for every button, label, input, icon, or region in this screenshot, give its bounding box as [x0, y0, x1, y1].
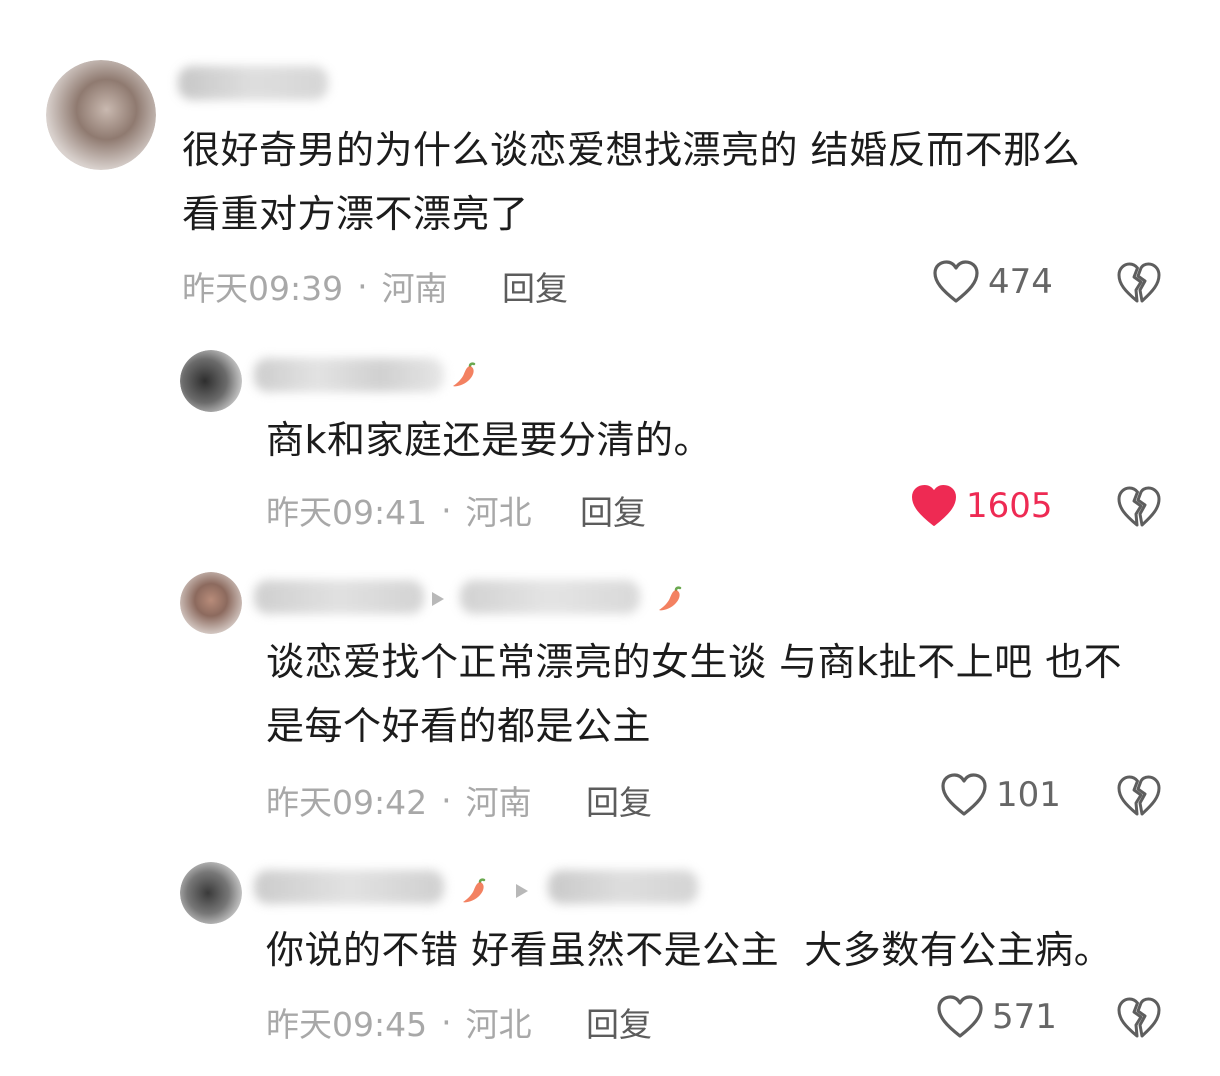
broken-heart-icon[interactable]	[1116, 260, 1162, 306]
meta-separator: ·	[357, 266, 368, 306]
chili-icon	[659, 586, 682, 611]
meta-separator: ·	[441, 780, 452, 820]
comment-time: 昨天09:41	[266, 493, 428, 532]
like-button[interactable]: 101	[940, 772, 1061, 818]
reply-button[interactable]: 回复	[502, 262, 568, 310]
comment-text: 你说的不错 好看虽然不是公主 大多数有公主病。	[266, 928, 1113, 972]
avatar[interactable]	[180, 572, 242, 634]
comment-text: 谈恋爱找个正常漂亮的女生谈 与商k扯不上吧 也不 是每个好看的都是公主	[266, 640, 1123, 748]
reply-arrow-icon	[516, 884, 528, 898]
username-blurred[interactable]	[178, 66, 328, 100]
like-button[interactable]: 474	[932, 259, 1053, 305]
comment-time: 昨天09:39	[182, 269, 344, 308]
comment-4: 你说的不错 好看虽然不是公主 大多数有公主病。 昨天09:45 · 河北 回复 …	[0, 840, 1220, 1076]
reply-arrow-icon	[432, 592, 444, 606]
comment-2: 商k和家庭还是要分清的。 昨天09:41 · 河北 回复 1605	[0, 330, 1220, 550]
comment-1: 很好奇男的为什么谈恋爱想找漂亮的 结婚反而不那么 看重对方漂不漂亮了 昨天09:…	[0, 0, 1220, 330]
reply-button[interactable]: 回复	[580, 486, 646, 534]
reply-target-blurred[interactable]	[548, 870, 698, 904]
like-button[interactable]: 571	[936, 994, 1057, 1040]
meta-separator: ·	[441, 1002, 452, 1042]
broken-heart-icon[interactable]	[1116, 484, 1162, 530]
comment-meta: 昨天09:41 · 河北	[266, 486, 532, 534]
heart-icon	[941, 773, 987, 816]
broken-heart-icon[interactable]	[1116, 995, 1162, 1041]
like-button[interactable]: 1605	[910, 483, 1053, 529]
username-blurred[interactable]	[254, 580, 424, 614]
comment-meta: 昨天09:39 · 河南	[182, 262, 448, 310]
comment-meta: 昨天09:45 · 河北	[266, 998, 532, 1046]
avatar[interactable]	[180, 862, 242, 924]
like-count: 101	[996, 775, 1061, 815]
comment-location: 河北	[465, 493, 532, 532]
username-blurred[interactable]	[254, 870, 444, 904]
username-blurred[interactable]	[254, 358, 444, 392]
chili-icon	[453, 362, 476, 387]
like-count: 1605	[966, 486, 1053, 526]
comment-location: 河北	[465, 1005, 532, 1044]
comment-location: 河南	[381, 269, 448, 308]
avatar[interactable]	[180, 350, 242, 412]
avatar[interactable]	[46, 60, 156, 170]
comment-time: 昨天09:45	[266, 1005, 428, 1044]
comment-time: 昨天09:42	[266, 783, 428, 822]
reply-button[interactable]: 回复	[586, 776, 652, 824]
broken-heart-icon[interactable]	[1116, 773, 1162, 819]
comment-3: 谈恋爱找个正常漂亮的女生谈 与商k扯不上吧 也不 是每个好看的都是公主 昨天09…	[0, 550, 1220, 840]
heart-icon	[912, 485, 956, 526]
like-count: 571	[992, 997, 1057, 1037]
comment-text: 很好奇男的为什么谈恋爱想找漂亮的 结婚反而不那么 看重对方漂不漂亮了	[182, 128, 1081, 236]
chili-icon	[463, 878, 486, 903]
heart-icon	[937, 995, 983, 1038]
comment-text: 商k和家庭还是要分清的。	[266, 418, 713, 462]
comment-location: 河南	[465, 783, 532, 822]
heart-icon	[933, 260, 979, 303]
reply-button[interactable]: 回复	[586, 998, 652, 1046]
like-count: 474	[988, 262, 1053, 302]
meta-separator: ·	[441, 490, 452, 530]
reply-target-blurred[interactable]	[460, 580, 640, 614]
comment-meta: 昨天09:42 · 河南	[266, 776, 532, 824]
